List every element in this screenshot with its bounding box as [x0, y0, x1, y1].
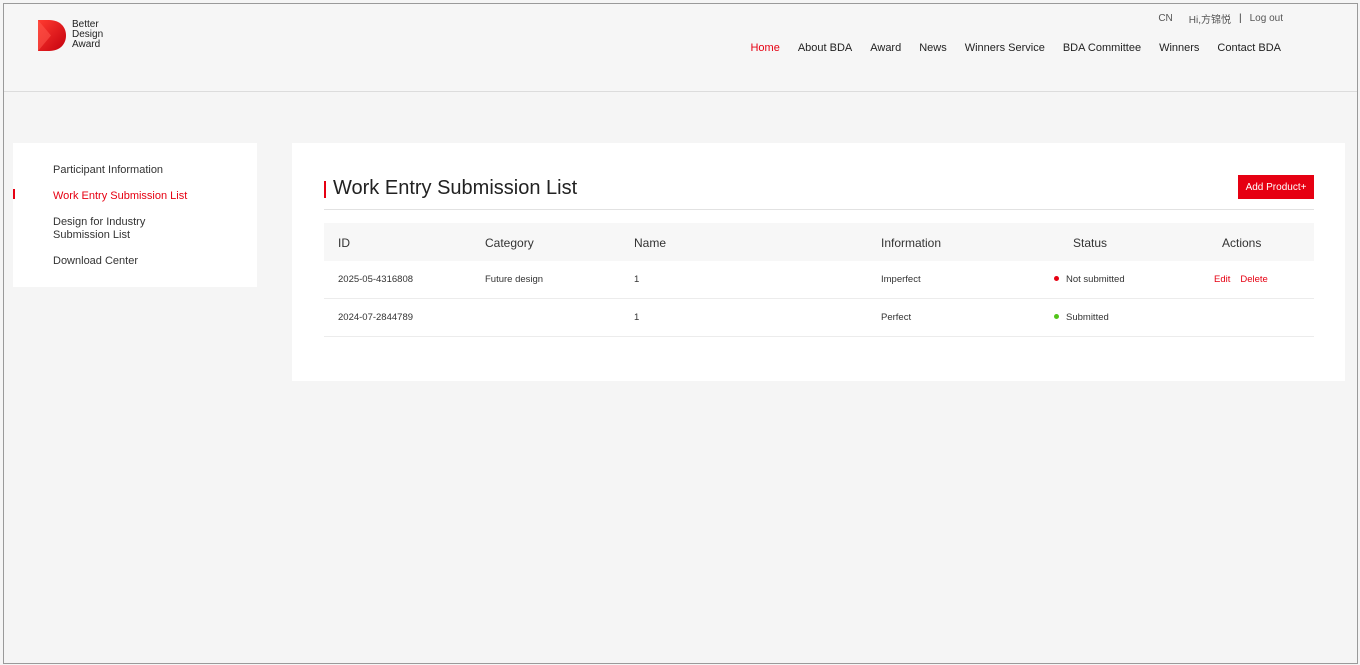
status-text: Not submitted — [1066, 274, 1125, 285]
logo-line-3: Award — [72, 39, 101, 50]
submission-list-card: Work Entry Submission List Add Product+ … — [292, 143, 1345, 381]
column-header-information: Information — [881, 236, 942, 250]
bda-logo[interactable]: Better Design Award — [37, 19, 103, 53]
table-row: 2025-05-4316808 Future design 1 Imperfec… — [324, 261, 1314, 299]
sidebar-item-work-entry-submission-list[interactable]: Work Entry Submission List — [53, 190, 187, 203]
language-switch[interactable]: CN — [1158, 13, 1172, 24]
column-header-name: Name — [634, 236, 667, 250]
row-information: Perfect — [881, 312, 912, 323]
nav-winners-service[interactable]: Winners Service — [965, 42, 1045, 54]
table-header: ID Category Name Information Status Acti… — [324, 223, 1314, 261]
logo-mark-icon — [38, 20, 66, 51]
page-frame: Better Design Award CN Hi,方锦悦 | Log out … — [3, 3, 1358, 664]
nav-contact-bda[interactable]: Contact BDA — [1217, 42, 1281, 54]
logo-text: Better Design Award — [72, 19, 103, 50]
column-header-actions: Actions — [1222, 236, 1262, 250]
topbar-separator: | — [1239, 13, 1242, 24]
logout-link[interactable]: Log out — [1250, 13, 1283, 24]
top-user-bar: CN Hi,方锦悦 | Log out — [1158, 11, 1283, 26]
nav-award[interactable]: Award — [870, 42, 901, 54]
row-id: 2024-07-2844789 — [338, 312, 414, 323]
sidebar-item-download-center[interactable]: Download Center — [53, 255, 138, 268]
status-text: Submitted — [1066, 312, 1109, 323]
row-category: Future design — [485, 274, 544, 285]
row-actions: Edit Delete — [1214, 274, 1278, 285]
user-greeting[interactable]: Hi,方锦悦 — [1189, 11, 1231, 26]
column-header-id: ID — [338, 236, 350, 250]
sidebar-item-participant-information[interactable]: Participant Information — [53, 164, 163, 177]
page-title: Work Entry Submission List — [333, 177, 578, 199]
title-divider — [324, 209, 1314, 210]
nav-bda-committee[interactable]: BDA Committee — [1063, 42, 1141, 54]
main-nav: Home About BDA Award News Winners Servic… — [750, 42, 1281, 54]
delete-link[interactable]: Delete — [1240, 274, 1267, 285]
row-id: 2025-05-4316808 — [338, 274, 414, 285]
row-name: 1 — [634, 274, 640, 285]
title-accent-bar — [324, 181, 326, 198]
row-information: Imperfect — [881, 274, 921, 285]
nav-winners[interactable]: Winners — [1159, 42, 1199, 54]
sidebar-active-marker — [13, 189, 15, 199]
sidebar-item-design-for-industry[interactable]: Design for Industry Submission List — [53, 216, 145, 242]
site-header: Better Design Award CN Hi,方锦悦 | Log out … — [4, 4, 1357, 92]
nav-about-bda[interactable]: About BDA — [798, 42, 852, 54]
column-header-status: Status — [1073, 236, 1108, 250]
nav-news[interactable]: News — [919, 42, 947, 54]
table-row: 2024-07-2844789 1 Perfect Submitted — [324, 299, 1314, 337]
row-status: Submitted — [1054, 312, 1109, 323]
column-header-category: Category — [485, 236, 534, 250]
edit-link[interactable]: Edit — [1214, 274, 1230, 285]
row-name: 1 — [634, 312, 640, 323]
account-sidebar: Participant Information Work Entry Submi… — [13, 143, 257, 287]
nav-home[interactable]: Home — [750, 42, 779, 54]
row-status: Not submitted — [1054, 274, 1125, 285]
status-dot-icon — [1054, 313, 1059, 319]
add-product-button[interactable]: Add Product+ — [1238, 175, 1314, 199]
status-dot-icon — [1054, 275, 1059, 281]
